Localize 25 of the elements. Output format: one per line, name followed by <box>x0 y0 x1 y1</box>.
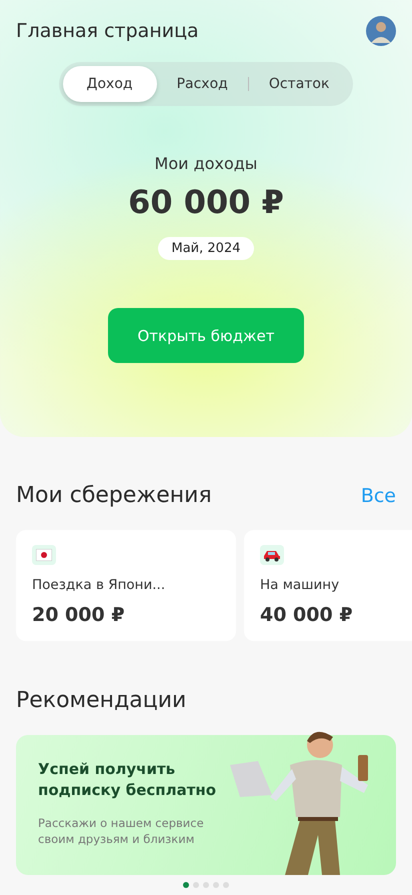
banner-text: Расскажи о нашем сервисе своим друзьям и близким <box>38 815 205 847</box>
page-dot[interactable] <box>213 882 219 888</box>
page-dot[interactable] <box>223 882 229 888</box>
section-title: Мои сбережения <box>16 483 212 508</box>
savings-name: Поездка в Япони... <box>32 577 166 593</box>
page-title: Главная страница <box>16 20 199 42</box>
savings-amount: 40 000 ₽ <box>260 604 354 626</box>
tab[interactable]: Расход <box>156 66 248 102</box>
banner-heading: Успей получить подписку бесплатно <box>38 759 218 801</box>
savings-name: На машину <box>260 577 340 593</box>
savings-card[interactable]: На машину 40 000 ₽ <box>244 530 412 641</box>
savings-card[interactable]: Поездка в Япони... 20 000 ₽ <box>16 530 236 641</box>
income-caption: Мои доходы <box>154 154 258 173</box>
avatar[interactable] <box>366 16 396 46</box>
page-dot[interactable] <box>183 882 189 888</box>
savings-amount: 20 000 ₽ <box>32 604 126 626</box>
page-dot[interactable] <box>193 882 199 888</box>
income-amount: 60 000 ₽ <box>128 183 284 221</box>
page-dot[interactable] <box>203 882 209 888</box>
tab[interactable]: Остаток <box>248 66 350 102</box>
period-label[interactable]: Май, 2024 <box>158 237 254 260</box>
tab[interactable]: Доход <box>62 66 157 102</box>
section-title: Рекомендации <box>15 688 188 713</box>
car-icon <box>263 548 281 562</box>
flag-icon <box>36 549 52 561</box>
